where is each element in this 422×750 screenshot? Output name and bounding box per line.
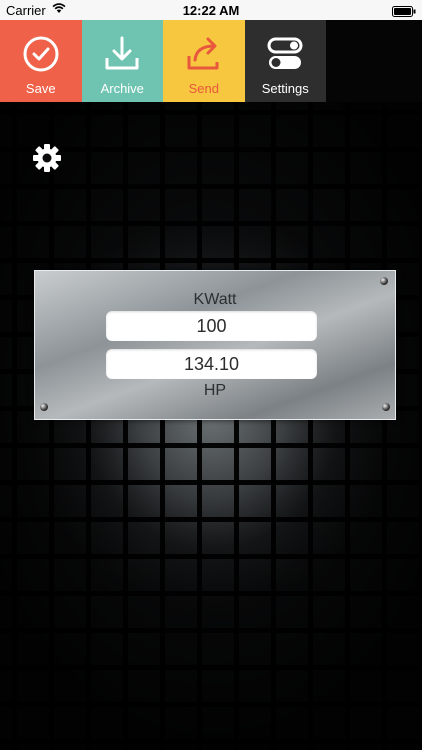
gear-icon — [31, 144, 63, 178]
send-label: Send — [188, 81, 219, 96]
screw — [380, 277, 388, 285]
check-circle-icon — [0, 34, 82, 74]
save-button[interactable]: Save — [0, 20, 82, 102]
background-vignette — [0, 102, 422, 750]
status-bar: Carrier 12:22 AM — [0, 0, 422, 20]
settings-button[interactable]: Settings — [244, 20, 327, 102]
options-button[interactable] — [31, 142, 63, 174]
bottom-unit-label: HP — [203, 382, 227, 399]
clock: 12:22 AM — [182, 3, 240, 18]
battery-icon — [392, 5, 416, 17]
save-label: Save — [25, 81, 56, 96]
download-tray-icon — [82, 34, 164, 74]
top-value-field[interactable]: 100 — [106, 311, 317, 341]
send-button[interactable]: Send — [163, 20, 245, 102]
screw — [382, 403, 390, 411]
screw — [40, 403, 48, 411]
converter-panel: KWatt 100 134.10 HP — [34, 270, 396, 420]
action-toolbar: Save Archive Send Settings — [0, 20, 326, 102]
toggles-icon — [245, 34, 327, 74]
archive-button[interactable]: Archive — [81, 20, 164, 102]
settings-label: Settings — [261, 81, 309, 96]
share-arrow-icon — [163, 34, 245, 74]
bottom-value-field[interactable]: 134.10 — [106, 349, 317, 379]
archive-label: Archive — [100, 81, 144, 96]
top-unit-label: KWatt — [193, 291, 237, 308]
